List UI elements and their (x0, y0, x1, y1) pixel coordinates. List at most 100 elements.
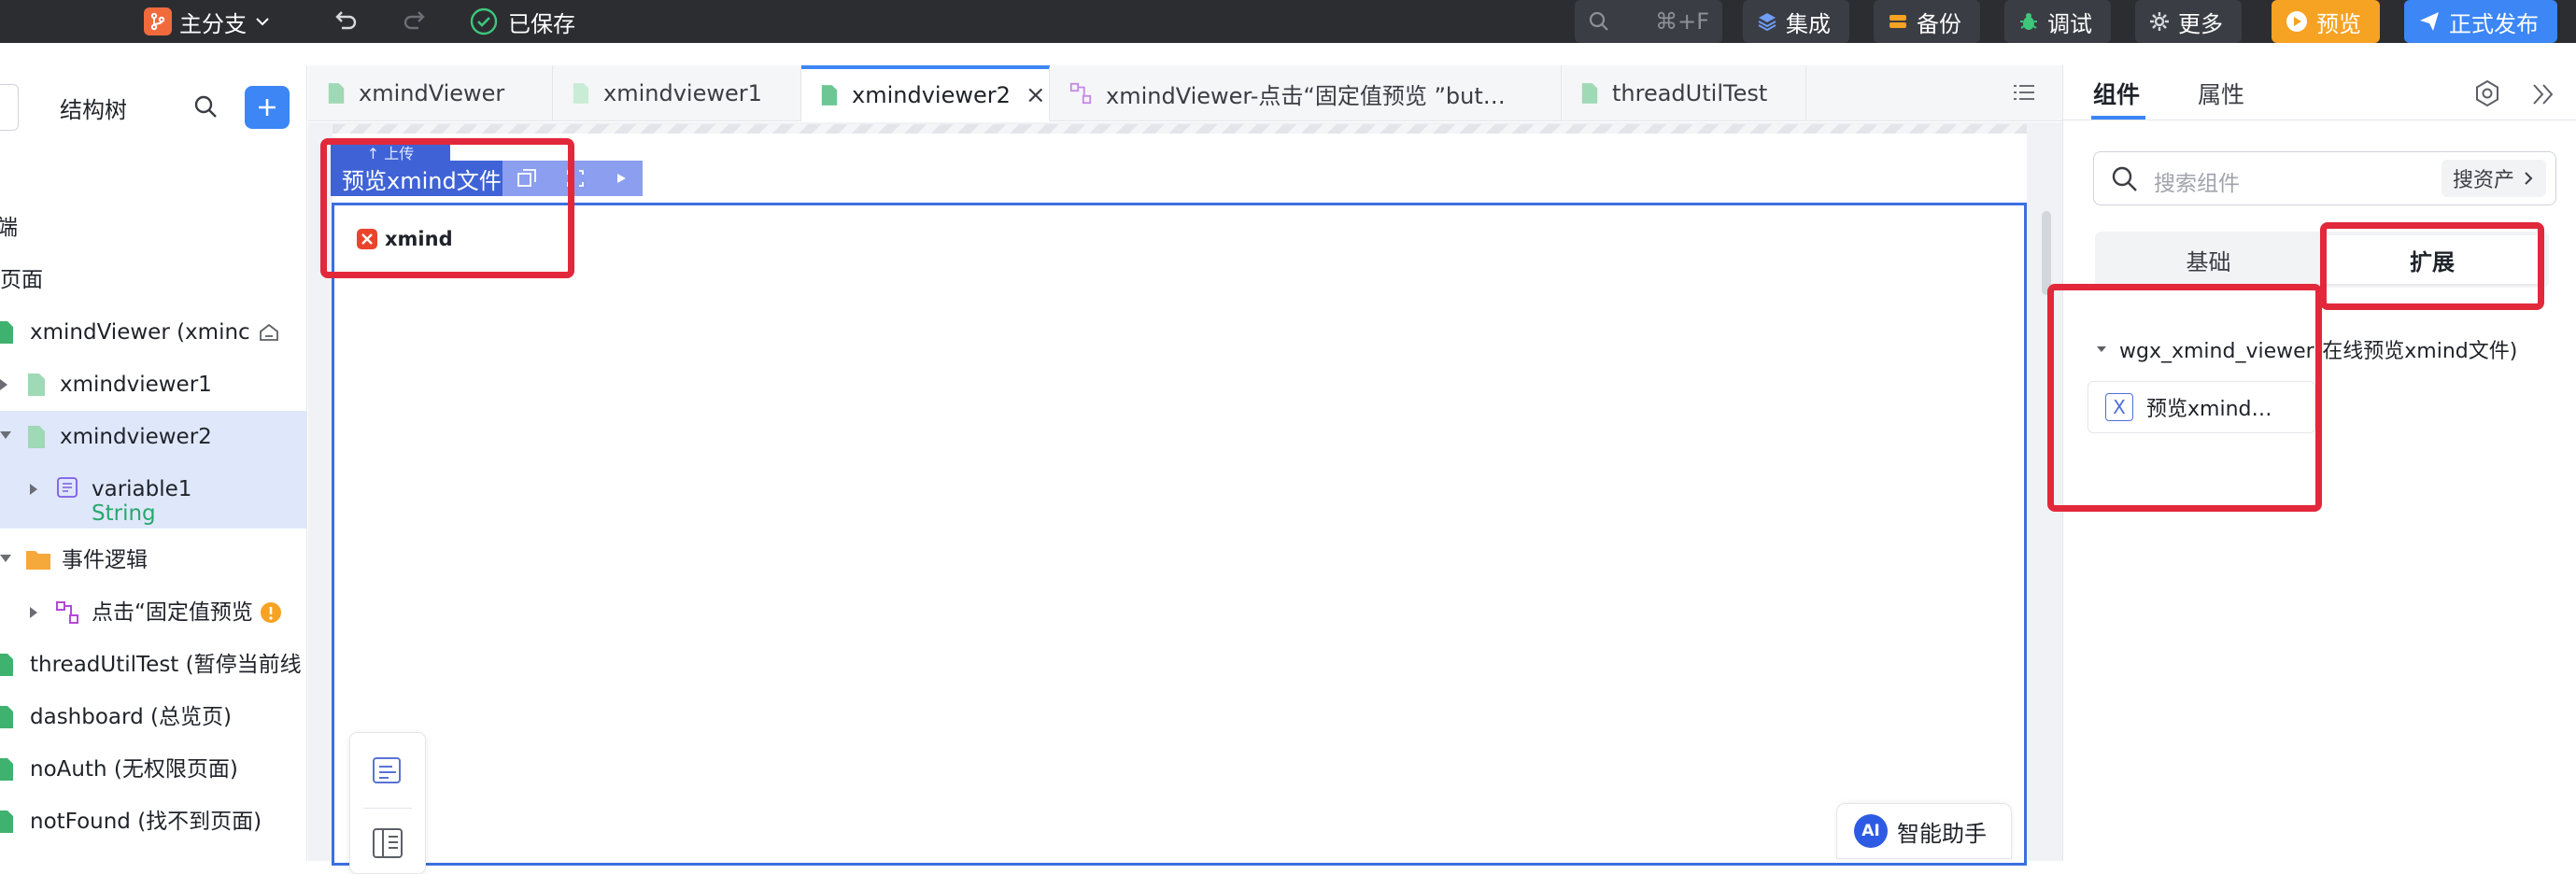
undo-icon (335, 11, 357, 30)
ai-assistant-button[interactable]: AI 智能助手 (1836, 803, 2012, 859)
preview-button[interactable]: 预览 (2272, 0, 2380, 43)
layout-panel-icon[interactable] (371, 826, 404, 860)
debug-label: 调试 (2047, 10, 2092, 37)
branch-selector[interactable]: 主分支 (144, 5, 271, 38)
add-node-button[interactable] (245, 86, 290, 129)
tree-item-label: 端 (0, 202, 18, 254)
bug-icon (2020, 13, 2037, 30)
play-circle-icon (2286, 11, 2307, 32)
more-button[interactable]: 更多 (2135, 0, 2242, 43)
search-assets-button[interactable]: 搜资产 (2441, 160, 2546, 197)
logic-flow-icon (56, 601, 78, 624)
plus-icon (259, 99, 276, 116)
component-search-input[interactable]: 搜索组件 搜资产 (2093, 151, 2556, 205)
branch-icon (144, 7, 172, 35)
tree-item-noauth[interactable]: noAuth (无权限页面) (0, 743, 306, 796)
folder-icon (26, 551, 50, 570)
caret-down-icon (0, 555, 11, 562)
caret-right-icon (0, 379, 7, 390)
tree-item-xmindviewer1[interactable]: xmindviewer1 (0, 359, 306, 411)
page-icon (28, 426, 45, 448)
tab-components[interactable]: 组件 (2093, 77, 2140, 110)
backup-icon (1890, 15, 1906, 28)
layers-icon (1758, 13, 1776, 32)
tree-item-event-logic[interactable]: 事件逻辑 (0, 534, 306, 586)
preview-label: 预览 (2316, 10, 2361, 37)
tree-item-pages[interactable]: 页面 (0, 254, 306, 306)
segment-basic[interactable]: 基础 (2095, 232, 2322, 288)
close-tab-icon[interactable]: × (1026, 81, 1046, 109)
tab-xmindviewer-click-logic[interactable]: xmindViewer-点击“固定值预览 ”but… (1050, 65, 1562, 121)
tab-label: xmindviewer1 (603, 80, 762, 106)
tree-item-notfound[interactable]: notFound (找不到页面) (0, 796, 306, 848)
tree-item-threadutiltest[interactable]: threadUtilTest (暂停当前线 (0, 639, 306, 691)
chevron-right-icon (2525, 172, 2533, 185)
publish-label: 正式发布 (2449, 10, 2539, 37)
page-icon (0, 321, 13, 344)
tree-item-click-logic[interactable]: 点击“固定值预览 (0, 586, 306, 639)
caret-right-icon (30, 484, 37, 495)
canvas-top-stripe (333, 124, 2027, 134)
highlight-box-canvas (320, 138, 574, 278)
structure-tree-panel: 结构树 端 页面 xmindViewer (xminc xmindviewer1… (0, 65, 307, 861)
backup-button[interactable]: 备份 (1874, 0, 1980, 43)
page-icon (0, 706, 13, 728)
tools-divider (363, 808, 412, 809)
tab-label: threadUtilTest (1612, 80, 1768, 106)
integrate-button[interactable]: 集成 (1743, 0, 1849, 43)
global-search-button[interactable]: ⌘+F (1575, 0, 1722, 43)
play-icon[interactable] (614, 171, 629, 186)
redo-button[interactable] (400, 6, 432, 37)
logic-flow-icon (1069, 82, 1092, 105)
ai-icon: AI (1854, 814, 1888, 848)
tab-xmindviewer[interactable]: xmindViewer (308, 65, 553, 121)
branch-label: 主分支 (179, 10, 247, 37)
undo-button[interactable] (329, 6, 361, 37)
list-menu-icon (2014, 85, 2034, 100)
outline-icon[interactable] (371, 754, 404, 787)
tree-item-client[interactable]: 端 (0, 202, 306, 254)
search-icon (194, 95, 217, 118)
highlight-box-extension-list (2047, 284, 2322, 512)
caret-right-icon (30, 607, 37, 618)
collapse-panel-icon[interactable] (2530, 82, 2556, 106)
page-icon (0, 811, 13, 833)
tree-search-button[interactable] (192, 93, 219, 120)
assets-label: 搜资产 (2452, 169, 2514, 192)
page-icon (821, 85, 838, 106)
ai-assistant-label: 智能助手 (1897, 820, 1987, 847)
tree-item-label: xmindviewer1 (60, 373, 212, 397)
warning-icon (261, 602, 281, 623)
tree-item-label: dashboard (总览页) (30, 705, 232, 729)
debug-button[interactable]: 调试 (2004, 0, 2111, 43)
tab-list-button[interactable] (2010, 78, 2038, 106)
tree-item-label: xmindViewer (xminc (30, 320, 250, 345)
search-icon (1589, 11, 1608, 31)
tab-threadutiltest[interactable]: threadUtilTest (1562, 65, 1806, 121)
home-icon (260, 323, 278, 341)
caret-down-icon (0, 431, 11, 439)
tree-item-dashboard[interactable]: dashboard (总览页) (0, 691, 306, 743)
publish-button[interactable]: 正式发布 (2404, 0, 2557, 43)
tree-item-label: 点击“固定值预览 (92, 600, 252, 625)
check-circle-icon (470, 7, 498, 35)
tab-xmindviewer2[interactable]: xmindviewer2 × (801, 65, 1050, 121)
canvas-floating-tools (349, 732, 426, 874)
tree-mode-toggle[interactable] (0, 84, 19, 131)
tree-item-label: noAuth (无权限页面) (30, 757, 238, 782)
tab-xmindviewer1[interactable]: xmindviewer1 (553, 65, 801, 121)
editor-tab-bar: xmindViewer xmindviewer1 xmindviewer2 × … (308, 65, 2062, 121)
tree-item-xmindviewer[interactable]: xmindViewer (xminc (0, 306, 306, 359)
highlight-box-extend-tab (2320, 222, 2544, 310)
tree-item-label: xmindviewer2 (60, 425, 212, 449)
search-icon (2112, 166, 2137, 191)
canvas-scrollbar[interactable] (2042, 211, 2051, 295)
tab-properties[interactable]: 属性 (2198, 77, 2244, 110)
tab-label: xmindViewer (359, 80, 505, 106)
tree-item-label: 事件逻辑 (62, 548, 148, 572)
page-icon (0, 758, 13, 781)
settings-hex-icon[interactable] (2472, 78, 2502, 108)
save-status: 已保存 (469, 5, 575, 38)
tree-item-xmindviewer2[interactable]: xmindviewer2 (0, 411, 306, 463)
tree-item-label: 页面 (0, 268, 43, 292)
